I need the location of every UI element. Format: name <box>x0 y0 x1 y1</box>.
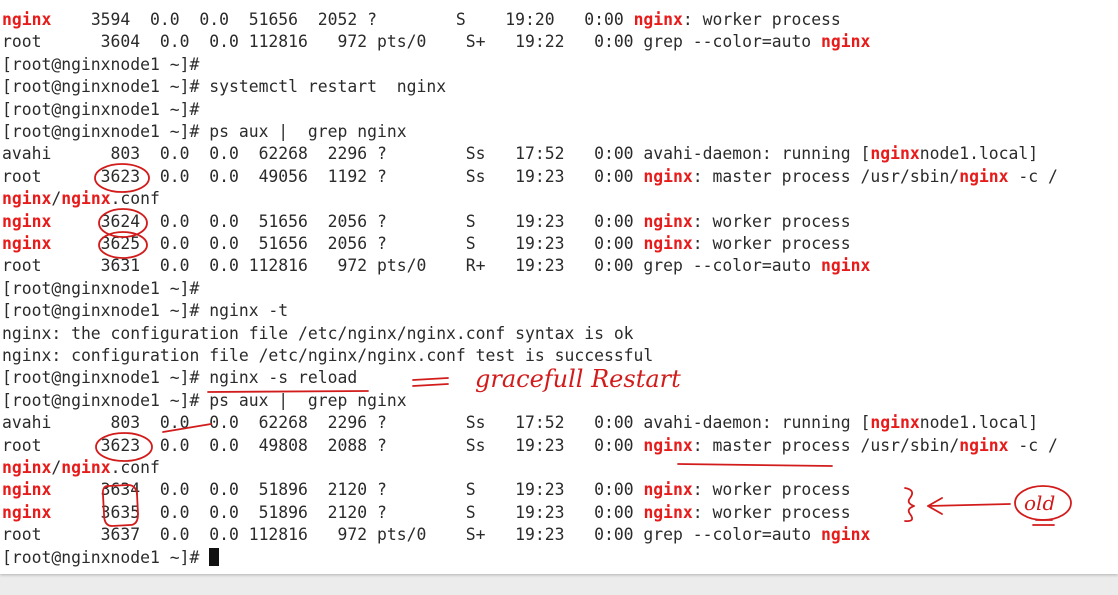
highlight-match: nginx <box>2 189 52 209</box>
terminal-line: root 3604 0.0 0.0 112816 972 pts/0 S+ 19… <box>2 31 870 53</box>
highlight-match: nginx <box>821 525 871 545</box>
highlight-match: nginx <box>2 480 52 500</box>
terminal-text: : worker process <box>692 211 851 231</box>
terminal-line: [root@nginxnode1 ~]# <box>2 547 220 569</box>
terminal-window[interactable]: nginx 3594 0.0 0.0 51656 2052 ? S 19:20 … <box>0 0 1118 574</box>
terminal-text: nginx: configuration file /etc/nginx/ngi… <box>2 346 654 365</box>
highlight-match: nginx <box>821 32 871 52</box>
terminal-text: [root@nginxnode1 ~]# systemctl restart n… <box>2 77 447 97</box>
terminal-text: 3634 0.0 0.0 51896 2120 ? S 19:23 0:00 <box>51 480 644 500</box>
terminal-text: [root@nginxnode1 ~]# <box>2 99 200 119</box>
terminal-line: [root@nginxnode1 ~]# nginx -t <box>2 300 288 322</box>
terminal-text: 3625 0.0 0.0 51656 2056 ? S 19:23 0:00 <box>51 234 644 253</box>
terminal-line: [root@nginxnode1 ~]# systemctl restart n… <box>2 76 446 98</box>
terminal-line: nginx/nginx.conf <box>2 188 160 210</box>
highlight-match: nginx <box>2 234 52 253</box>
highlight-match: nginx <box>643 435 693 455</box>
highlight-match: nginx <box>643 166 693 186</box>
terminal-line: avahi 803 0.0 0.0 62268 2296 ? Ss 17:52 … <box>2 412 1038 434</box>
terminal-text: : master process /usr/sbin/ <box>692 166 960 186</box>
highlight-match: nginx <box>633 10 683 29</box>
highlight-match: nginx <box>643 502 693 522</box>
terminal-cursor <box>209 547 220 566</box>
terminal-text: [root@nginxnode1 ~]# nginx -t <box>2 301 289 321</box>
terminal-line: root 3637 0.0 0.0 112816 972 pts/0 S+ 19… <box>2 524 870 546</box>
terminal-text: / <box>51 458 62 477</box>
terminal-line: nginx: the configuration file /etc/nginx… <box>2 323 634 345</box>
terminal-line: [root@nginxnode1 ~]# ps aux | grep nginx <box>2 121 407 143</box>
highlight-match: nginx <box>821 256 871 276</box>
terminal-line: nginx: configuration file /etc/nginx/ngi… <box>2 345 653 367</box>
highlight-match: nginx <box>643 480 693 500</box>
terminal-text: [root@nginxnode1 ~]# <box>2 54 200 74</box>
highlight-match: nginx <box>643 211 693 231</box>
highlight-match: nginx <box>870 413 920 433</box>
terminal-text: 3635 0.0 0.0 51896 2120 ? S 19:23 0:00 <box>51 502 644 522</box>
terminal-text: .conf <box>110 189 160 209</box>
terminal-text: root 3631 0.0 0.0 112816 972 pts/0 R+ 19… <box>2 256 822 276</box>
terminal-text: .conf <box>110 458 160 477</box>
terminal-text: avahi 803 0.0 0.0 62268 2296 ? Ss 17:52 … <box>2 144 871 164</box>
highlight-match: nginx <box>61 458 111 477</box>
terminal-text: -c / <box>1008 435 1058 455</box>
terminal-text: : worker process <box>692 480 851 500</box>
terminal-text: root 3623 0.0 0.0 49808 2088 ? Ss 19:23 … <box>2 435 644 455</box>
terminal-line: [root@nginxnode1 ~]# ps aux | grep nginx <box>2 390 407 412</box>
highlight-match: nginx <box>61 189 111 209</box>
terminal-line: nginx 3624 0.0 0.0 51656 2056 ? S 19:23 … <box>2 211 851 233</box>
terminal-text: root 3623 0.0 0.0 49056 1192 ? Ss 19:23 … <box>2 166 644 186</box>
terminal-line: [root@nginxnode1 ~]# nginx -s reload <box>2 367 357 389</box>
highlight-match: nginx <box>643 234 693 253</box>
terminal-line: [root@nginxnode1 ~]# <box>2 54 199 76</box>
terminal-line: root 3631 0.0 0.0 112816 972 pts/0 R+ 19… <box>2 255 870 277</box>
terminal-line: nginx 3634 0.0 0.0 51896 2120 ? S 19:23 … <box>2 479 851 501</box>
terminal-text: [root@nginxnode1 ~]# <box>2 547 210 567</box>
highlight-match: nginx <box>870 144 920 164</box>
highlight-match: nginx <box>2 502 52 522</box>
terminal-line: nginx 3635 0.0 0.0 51896 2120 ? S 19:23 … <box>2 502 851 524</box>
terminal-text: -c / <box>1008 166 1058 186</box>
highlight-match: nginx <box>2 458 52 477</box>
terminal-text: : worker process <box>692 502 851 522</box>
highlight-match: nginx <box>2 211 52 231</box>
terminal-text: : worker process <box>692 234 851 253</box>
terminal-text: root 3604 0.0 0.0 112816 972 pts/0 S+ 19… <box>2 32 822 52</box>
terminal-text: : master process /usr/sbin/ <box>692 435 960 455</box>
terminal-text: [root@nginxnode1 ~]# ps aux | grep nginx <box>2 390 407 410</box>
terminal-text: 3624 0.0 0.0 51656 2056 ? S 19:23 0:00 <box>51 211 644 231</box>
terminal-line: nginx 3625 0.0 0.0 51656 2056 ? S 19:23 … <box>2 233 851 255</box>
terminal-line: avahi 803 0.0 0.0 62268 2296 ? Ss 17:52 … <box>2 143 1038 165</box>
terminal-text: / <box>51 189 62 209</box>
terminal-text: 3594 0.0 0.0 51656 2052 ? S 19:20 0:00 <box>51 10 634 29</box>
terminal-text: node1.local] <box>919 144 1039 164</box>
terminal-line: root 3623 0.0 0.0 49056 1192 ? Ss 19:23 … <box>2 166 1058 188</box>
terminal-text: [root@nginxnode1 ~]# ps aux | grep nginx <box>2 122 407 141</box>
terminal-text: node1.local] <box>919 413 1039 433</box>
highlight-match: nginx <box>2 10 52 29</box>
highlight-match: nginx <box>959 435 1009 455</box>
terminal-line: [root@nginxnode1 ~]# <box>2 99 199 121</box>
terminal-line: nginx/nginx.conf <box>2 457 160 479</box>
terminal-text: root 3637 0.0 0.0 112816 972 pts/0 S+ 19… <box>2 525 822 545</box>
terminal-line: root 3623 0.0 0.0 49808 2088 ? Ss 19:23 … <box>2 435 1058 457</box>
terminal-text: avahi 803 0.0 0.0 62268 2296 ? Ss 17:52 … <box>2 413 871 433</box>
terminal-line: [root@nginxnode1 ~]# <box>2 278 199 300</box>
terminal-text: [root@nginxnode1 ~]# <box>2 278 200 298</box>
terminal-text: : worker process <box>682 10 841 29</box>
terminal-line: nginx 3594 0.0 0.0 51656 2052 ? S 19:20 … <box>2 9 841 31</box>
terminal-text: nginx: the configuration file /etc/nginx… <box>2 323 634 343</box>
terminal-text: [root@nginxnode1 ~]# nginx -s reload <box>2 368 358 388</box>
highlight-match: nginx <box>959 166 1009 186</box>
